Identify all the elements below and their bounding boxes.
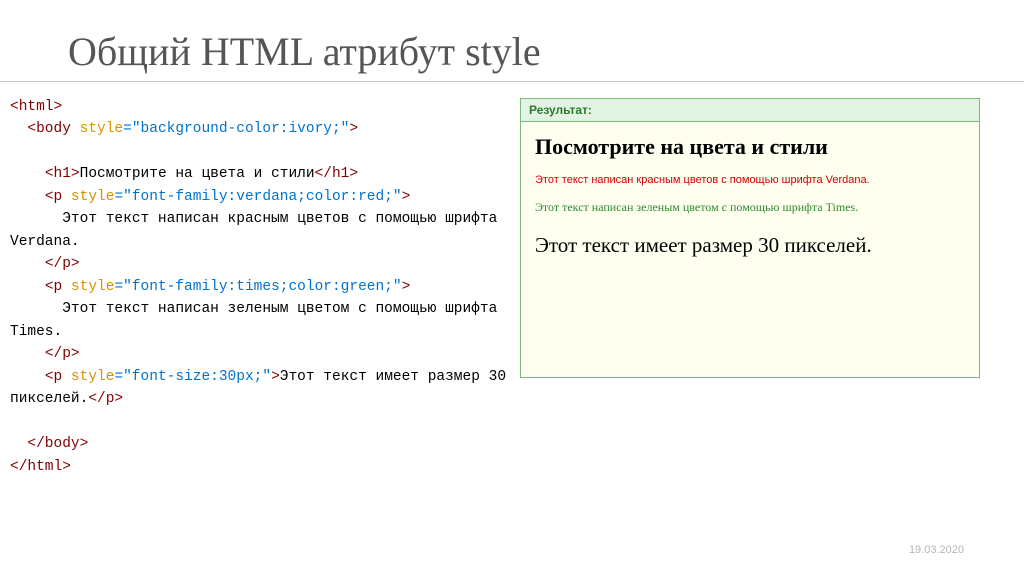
code-attr: style — [71, 121, 123, 137]
content-row: <html> <body style="background-color:ivo… — [48, 96, 976, 478]
code-text: Этот текст написан красным цветов с помо… — [10, 211, 506, 249]
result-header: Результат: — [521, 99, 979, 122]
code-tag: <p — [45, 369, 62, 385]
code-val: ="font-size:30px;" — [114, 369, 271, 385]
code-tag: > — [402, 279, 411, 295]
code-tag: </p> — [45, 256, 80, 272]
code-tag: </p> — [45, 346, 80, 362]
code-tag: </html> — [10, 459, 71, 475]
code-attr: style — [62, 279, 114, 295]
code-tag: <h1> — [45, 166, 80, 182]
code-attr: style — [62, 189, 114, 205]
code-val: ="font-family:times;color:green;" — [114, 279, 401, 295]
code-tag: > — [349, 121, 358, 137]
slide-title: Общий HTML атрибут style — [68, 28, 976, 75]
footer-date: 19.03.2020 — [909, 544, 964, 556]
result-body: Посмотрите на цвета и стили Этот текст н… — [521, 122, 979, 376]
code-tag: <p — [45, 189, 62, 205]
result-paragraph-large: Этот текст имеет размер 30 пикселей. — [535, 233, 965, 258]
code-val: ="background-color:ivory;" — [123, 121, 349, 137]
code-tag: </p> — [88, 391, 123, 407]
result-heading: Посмотрите на цвета и стили — [535, 134, 965, 160]
code-text: Посмотрите на цвета и стили — [80, 166, 315, 182]
code-tag: </body> — [27, 436, 88, 452]
code-attr: style — [62, 369, 114, 385]
code-tag: <body — [27, 121, 71, 137]
code-tag: <p — [45, 279, 62, 295]
code-tag: <html> — [10, 99, 62, 115]
code-tag: > — [271, 369, 280, 385]
code-tag: </h1> — [315, 166, 359, 182]
code-tag: > — [402, 189, 411, 205]
result-paragraph-red: Этот текст написан красным цветов с помо… — [535, 174, 965, 186]
code-block: <html> <body style="background-color:ivo… — [0, 96, 510, 478]
slide-container: Общий HTML атрибут style <html> <body st… — [0, 0, 1024, 574]
code-text: Этот текст написан зеленым цветом с помо… — [10, 301, 506, 339]
result-panel: Результат: Посмотрите на цвета и стили Э… — [520, 98, 980, 378]
result-paragraph-green: Этот текст написан зеленым цветом с помо… — [535, 200, 965, 215]
title-divider — [0, 81, 1024, 82]
code-val: ="font-family:verdana;color:red;" — [114, 189, 401, 205]
